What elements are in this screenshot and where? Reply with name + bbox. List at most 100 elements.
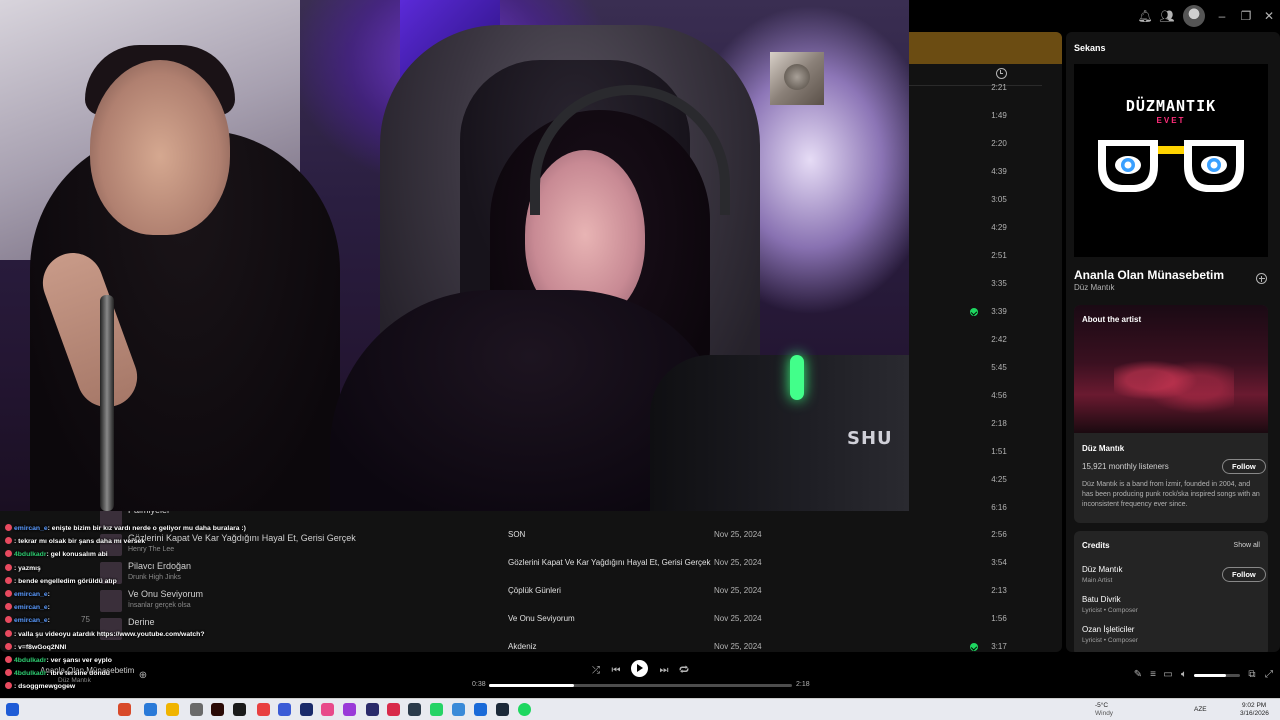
now-playing-view: Sekans DÜZMANTIK EVET Ananla Olan Münase… <box>1066 32 1280 652</box>
chat-badge-icon <box>5 563 12 571</box>
credit-name[interactable]: Ozan İşleticiler <box>1082 625 1134 634</box>
chat-message: : dsoggmewgogew <box>5 682 75 690</box>
chat-text: ibre tersine döndü <box>50 670 110 678</box>
cover-sub: EVET <box>1156 116 1186 125</box>
weather-label[interactable]: Windy <box>1095 710 1113 718</box>
track-date-added: Nov 25, 2024 <box>714 642 762 651</box>
elapsed-time: 0:38 <box>472 681 486 688</box>
album-cover[interactable]: DÜZMANTIK EVET <box>1074 64 1268 257</box>
track-duration: 2:51 <box>991 251 1007 260</box>
track-title[interactable]: Akdeniz <box>508 642 536 651</box>
follow-credit-button[interactable]: Follow <box>1222 567 1266 582</box>
shuffle-icon[interactable]: ⤮ <box>589 664 603 678</box>
about-heading: About the artist <box>1082 315 1142 324</box>
sidebar-item[interactable]: Pilavcı Erdoğan Drunk High Jinks <box>100 560 320 588</box>
previous-icon[interactable]: ⏮︎ <box>609 664 623 678</box>
app-icon[interactable] <box>387 703 400 716</box>
steam-icon[interactable] <box>496 703 509 716</box>
bell-icon[interactable]: 🔔︎ <box>1137 8 1153 24</box>
about-artist-name[interactable]: Düz Mantık <box>1082 444 1124 453</box>
follow-artist-button[interactable]: Follow <box>1222 459 1266 474</box>
app-icon[interactable] <box>190 703 203 716</box>
track-title[interactable]: SON <box>508 530 525 539</box>
connect-device-icon[interactable]: ▭ <box>1161 668 1175 682</box>
sidebar-index: 75 <box>81 615 90 624</box>
app-icon[interactable] <box>233 703 246 716</box>
weather-temp[interactable]: -5°C <box>1095 702 1108 710</box>
add-to-library-icon[interactable] <box>1256 273 1267 284</box>
app-icon[interactable] <box>343 703 356 716</box>
minimize-icon[interactable]: – <box>1214 8 1230 24</box>
chat-username[interactable]: 4bdulkadr <box>14 551 46 558</box>
chat-username[interactable]: emircan_e <box>14 604 48 611</box>
credit-name[interactable]: Düz Mantık <box>1082 565 1122 574</box>
after-effects-icon[interactable] <box>300 703 313 716</box>
chat-username[interactable]: emircan_e <box>14 525 48 532</box>
maximize-icon[interactable]: ❐ <box>1238 8 1254 24</box>
chat-username[interactable]: 4bdulkadr <box>14 657 46 664</box>
chat-text: dsoggmewgogew <box>18 683 76 691</box>
edge-icon[interactable] <box>144 703 157 716</box>
app-icon[interactable] <box>366 703 379 716</box>
monthly-listeners: 15,921 monthly listeners <box>1082 462 1169 471</box>
about-artist-card[interactable]: About the artist Düz Mantık 15,921 month… <box>1074 305 1268 523</box>
artist-bio: Düz Mantık is a band from İzmir, founded… <box>1082 481 1260 508</box>
repeat-icon[interactable]: 🔁︎ <box>677 664 691 678</box>
app-icon[interactable] <box>408 703 421 716</box>
mini-player-icon[interactable]: ⧉ <box>1245 668 1259 682</box>
credits-card: Credits Show all Düz Mantık Main Artist Ba… <box>1074 531 1268 652</box>
language-indicator[interactable]: AZE <box>1194 706 1207 714</box>
track-title[interactable]: Gözlerini Kapat Ve Kar Yağdığını Hayal E… <box>508 558 710 567</box>
chat-username[interactable]: emircan_e <box>14 591 48 598</box>
chat-text: yazmış <box>18 564 41 572</box>
queue-icon[interactable]: ≡ <box>1146 668 1160 682</box>
app-icon[interactable] <box>474 703 487 716</box>
chat-message: : v=f8wGoq2NNI <box>5 642 66 651</box>
app-icon[interactable] <box>452 703 465 716</box>
volume-slider[interactable] <box>1194 674 1240 677</box>
clock-date[interactable]: 3/16/2026 <box>1240 710 1269 718</box>
lyrics-icon[interactable]: ✎ <box>1131 668 1145 682</box>
sidebar-item[interactable]: Gözlerini Kapat Ve Kar Yağdığını Hayal E… <box>100 532 356 560</box>
clock-time[interactable]: 9:02 PM <box>1242 702 1266 710</box>
volume-icon[interactable]: 🔈︎ <box>1177 668 1191 682</box>
show-all-link[interactable]: Show all <box>1234 542 1260 549</box>
fullscreen-icon[interactable]: ⤢ <box>1262 668 1276 682</box>
total-time: 2:18 <box>796 681 810 688</box>
track-title[interactable]: Ve Onu Seviyorum <box>508 614 575 623</box>
next-icon[interactable]: ⏭︎ <box>657 664 671 678</box>
close-icon[interactable]: ✕ <box>1261 8 1277 24</box>
chat-message: emircan_e: <box>5 616 50 624</box>
friends-icon[interactable]: 👥︎ <box>1159 8 1175 24</box>
chat-username[interactable]: emircan_e <box>14 617 48 624</box>
add-to-library-icon[interactable]: ⊕ <box>136 669 150 683</box>
folder-icon[interactable] <box>166 703 179 716</box>
spotify-icon[interactable] <box>518 703 531 716</box>
whatsapp-icon[interactable] <box>430 703 443 716</box>
track-title[interactable]: Çöplük Günleri <box>508 586 561 595</box>
progress-bar[interactable] <box>489 684 792 687</box>
illustrator-icon[interactable] <box>211 703 224 716</box>
chat-badge-icon <box>5 669 12 677</box>
start-icon[interactable] <box>6 703 19 716</box>
sidebar-item-subtitle: İnsanlar gerçek olsa <box>128 602 191 609</box>
app-icon[interactable] <box>118 703 131 716</box>
track-duration: 1:56 <box>991 614 1007 623</box>
sidebar-item[interactable]: Ve Onu Seviyorum İnsanlar gerçek olsa <box>100 588 320 616</box>
sidebar-item-title: Gözlerini Kapat Ve Kar Yağdığını Hayal E… <box>128 533 356 543</box>
chat-badge-icon <box>5 642 12 650</box>
avatar[interactable] <box>1183 5 1205 27</box>
saved-check-icon[interactable] <box>970 308 978 316</box>
chat-badge-icon <box>5 629 12 637</box>
chat-message: emircan_e: <box>5 590 50 598</box>
play-button[interactable] <box>631 660 648 677</box>
app-icon[interactable] <box>278 703 291 716</box>
credit-name[interactable]: Batu Divrik <box>1082 595 1121 604</box>
track-title[interactable]: Ananla Olan Münasebetim <box>1074 268 1224 282</box>
track-date-added: Nov 25, 2024 <box>714 586 762 595</box>
app-icon[interactable] <box>321 703 334 716</box>
app-icon[interactable] <box>257 703 270 716</box>
chat-username[interactable]: 4bdulkadr <box>14 670 46 677</box>
track-artist[interactable]: Düz Mantık <box>1074 283 1114 292</box>
track-duration: 4:25 <box>991 475 1007 484</box>
